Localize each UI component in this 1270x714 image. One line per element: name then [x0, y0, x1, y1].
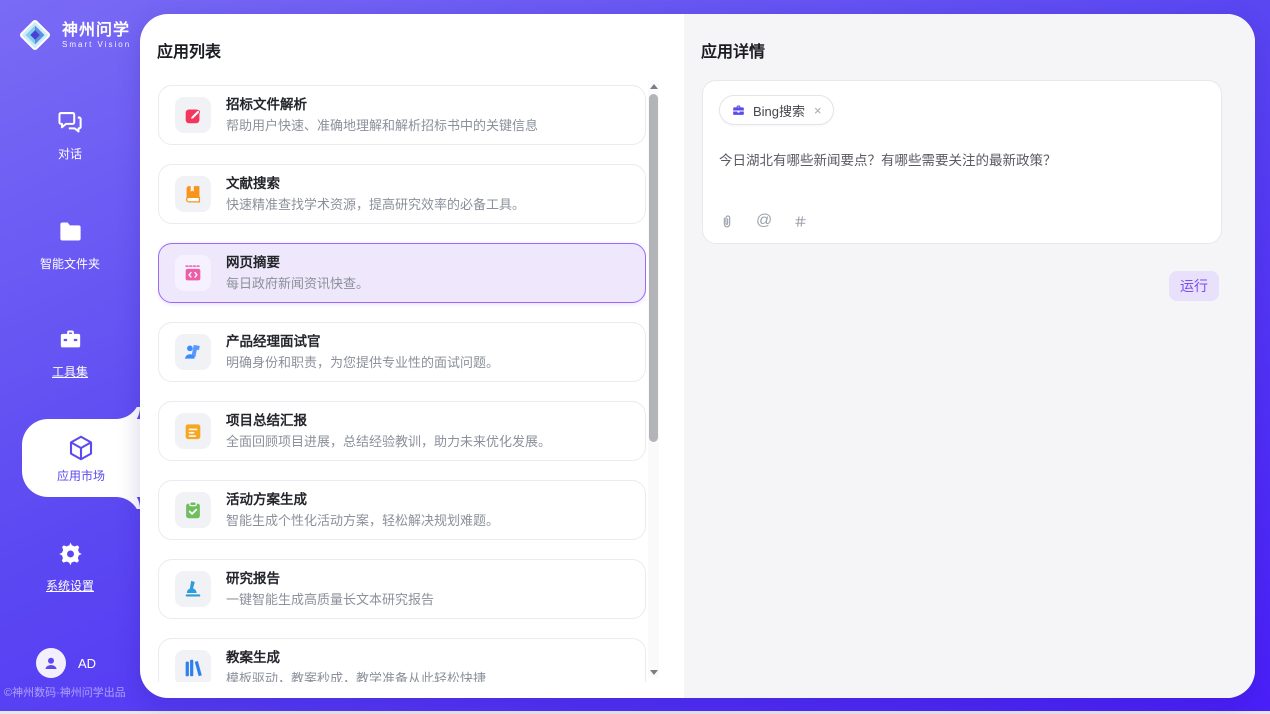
app-card-calendar[interactable]: 项目总结汇报 全面回顾项目进展，总结经验教训，助力未来优化发展。 [158, 401, 646, 461]
app-card-title: 项目总结汇报 [226, 412, 551, 429]
books-icon [175, 650, 211, 682]
app-card-interviewer[interactable]: 产品经理面试官 明确身份和职责，为您提供专业性的面试问题。 [158, 322, 646, 382]
copyright-footer: ©神州数码·神州问学出品 [4, 684, 126, 700]
folder-icon [0, 218, 140, 248]
app-card-desc: 每日政府新闻资讯快查。 [226, 275, 369, 292]
app-card-title: 文献搜索 [226, 175, 525, 192]
scroll-up-button[interactable] [648, 80, 659, 92]
user-account[interactable]: AD [36, 648, 96, 678]
app-card-desc: 一键智能生成高质量长文本研究报告 [226, 591, 434, 608]
at-icon[interactable]: @ [756, 212, 772, 230]
triangle-up-icon [650, 84, 658, 89]
sidebar: 神州问学 Smart Vision 对话 智能文件夹 工具集 应用市场 [0, 0, 140, 711]
sidebar-item-label: 智能文件夹 [40, 255, 100, 272]
app-card-title: 活动方案生成 [226, 491, 499, 508]
app-card-desc: 快速精准查找学术资源，提高研究效率的必备工具。 [226, 196, 525, 213]
sidebar-item-label: 对话 [58, 145, 82, 162]
sidebar-item-label: 系统设置 [46, 577, 94, 594]
app-card-desc: 全面回顾项目进展，总结经验教训，助力未来优化发展。 [226, 433, 551, 450]
triangle-down-icon [650, 670, 658, 675]
app-card-microscope[interactable]: 研究报告 一键智能生成高质量长文本研究报告 [158, 559, 646, 619]
user-initials: AD [78, 656, 96, 671]
app-detail-title: 应用详情 [701, 38, 765, 62]
app-card-desc: 帮助用户快速、准确地理解和解析招标书中的关键信息 [226, 117, 538, 134]
brand-logo: 神州问学 Smart Vision [16, 16, 131, 54]
toolbox-icon [0, 326, 140, 356]
chat-icon [0, 108, 140, 138]
interviewer-icon [175, 334, 211, 370]
app-card-title: 网页摘要 [226, 254, 369, 271]
app-card-title: 研究报告 [226, 570, 434, 587]
book-icon [175, 176, 211, 212]
sidebar-item-gear[interactable]: 系统设置 [0, 540, 140, 595]
app-card-web-code[interactable]: 网页摘要 每日政府新闻资讯快查。 [158, 243, 646, 303]
brand-name: 神州问学 [62, 22, 131, 40]
app-card-books[interactable]: 教案生成 模板驱动，教案秒成，教学准备从此轻松快捷 [158, 638, 646, 682]
app-card-desc: 模板驱动，教案秒成，教学准备从此轻松快捷 [226, 670, 486, 682]
gear-icon [0, 540, 140, 570]
main-content: 应用列表 招标文件解析 帮助用户快速、准确地理解和解析招标书中的关键信息 文献搜… [140, 14, 1255, 698]
scroll-down-button[interactable] [648, 666, 659, 678]
tool-chip-label: Bing搜索 [753, 101, 805, 120]
app-list-panel: 应用列表 招标文件解析 帮助用户快速、准确地理解和解析招标书中的关键信息 文献搜… [140, 14, 684, 698]
brand-diamond-icon [16, 16, 54, 54]
person-icon [42, 654, 60, 672]
brand-subtitle: Smart Vision [62, 40, 131, 49]
avatar [36, 648, 66, 678]
sidebar-item-cube[interactable]: 应用市场 [22, 419, 140, 497]
app-card-title: 教案生成 [226, 649, 486, 666]
paperclip-icon[interactable] [719, 213, 735, 230]
app-card-title: 产品经理面试官 [226, 333, 499, 350]
run-button[interactable]: 运行 [1169, 271, 1219, 301]
hash-icon[interactable] [793, 214, 808, 229]
sidebar-item-folder[interactable]: 智能文件夹 [0, 218, 140, 273]
chip-close-icon[interactable]: × [814, 104, 822, 117]
sidebar-item-chat[interactable]: 对话 [0, 108, 140, 163]
prompt-input[interactable]: Bing搜索 × 今日湖北有哪些新闻要点？有哪些需要关注的最新政策？ @ [702, 80, 1222, 244]
app-card-title: 招标文件解析 [226, 96, 538, 113]
app-card-desc: 智能生成个性化活动方案，轻松解决规划难题。 [226, 512, 499, 529]
tool-chip-bing-search[interactable]: Bing搜索 × [719, 95, 834, 125]
app-list-title: 应用列表 [157, 38, 221, 62]
edit-doc-icon [175, 97, 211, 133]
cube-icon [66, 433, 96, 463]
scrollbar-thumb[interactable] [649, 94, 658, 442]
app-list: 招标文件解析 帮助用户快速、准确地理解和解析招标书中的关键信息 文献搜索 快速精… [158, 85, 646, 682]
app-card-edit-doc[interactable]: 招标文件解析 帮助用户快速、准确地理解和解析招标书中的关键信息 [158, 85, 646, 145]
prompt-query-text: 今日湖北有哪些新闻要点？有哪些需要关注的最新政策？ [719, 151, 1205, 170]
app-card-desc: 明确身份和职责，为您提供专业性的面试问题。 [226, 354, 499, 371]
microscope-icon [175, 571, 211, 607]
list-scrollbar[interactable] [648, 80, 659, 678]
app-detail-panel: 应用详情 Bing搜索 × 今日湖北有哪些新闻要点？有哪些需要关注的最新政策？ [684, 14, 1255, 698]
composer-toolbar: @ [719, 212, 808, 230]
sidebar-item-label: 应用市场 [57, 467, 105, 484]
briefcase-icon [731, 103, 746, 118]
clipboard-check-icon [175, 492, 211, 528]
sidebar-item-toolbox[interactable]: 工具集 [0, 326, 140, 381]
web-code-icon [175, 255, 211, 291]
app-card-clipboard-check[interactable]: 活动方案生成 智能生成个性化活动方案，轻松解决规划难题。 [158, 480, 646, 540]
sidebar-item-label: 工具集 [52, 363, 88, 380]
app-card-book[interactable]: 文献搜索 快速精准查找学术资源，提高研究效率的必备工具。 [158, 164, 646, 224]
app-frame: 神州问学 Smart Vision 对话 智能文件夹 工具集 应用市场 [0, 0, 1270, 711]
calendar-icon [175, 413, 211, 449]
